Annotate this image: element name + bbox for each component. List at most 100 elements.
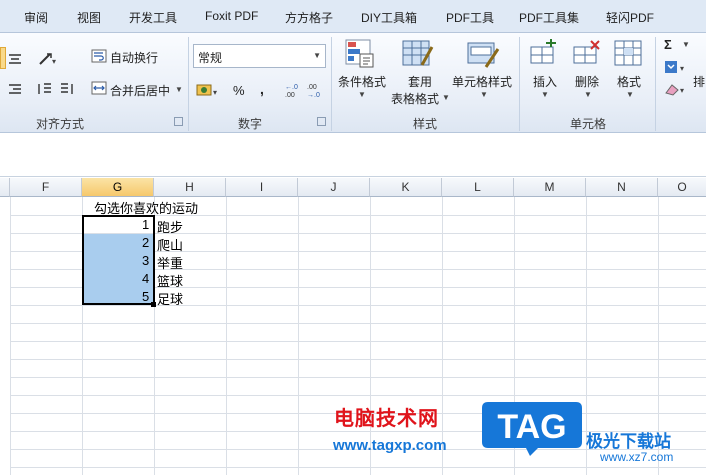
grid-line (298, 197, 299, 475)
wrap-text-icon (91, 49, 107, 66)
grid-line (10, 341, 706, 342)
column-header-l[interactable]: L (442, 178, 514, 197)
tag-logo-text: TAG (497, 408, 566, 446)
format-cells-icon (614, 39, 644, 72)
chevron-down-icon[interactable]: ▼ (584, 90, 592, 99)
column-header-f[interactable]: F (10, 178, 82, 197)
svg-text:.00: .00 (307, 84, 317, 91)
grid-line (10, 305, 706, 306)
chevron-down-icon: ▼ (313, 51, 321, 60)
table-format-button[interactable]: 表格格式 (391, 90, 439, 107)
svg-text:▾: ▾ (680, 64, 684, 73)
svg-text:←.0: ←.0 (285, 84, 298, 91)
table-format-icon (402, 39, 434, 72)
cell-styles-button[interactable]: 单元格样式 (452, 73, 512, 90)
grid-line (10, 359, 706, 360)
decrease-indent-icon[interactable] (38, 82, 52, 99)
group-separator (655, 37, 656, 131)
tab-fangfang-gezi[interactable]: 方方格子 (285, 9, 333, 26)
merge-center-button[interactable]: 合并后居中 (110, 82, 170, 99)
column-header-j[interactable]: J (298, 178, 370, 197)
tab-foxit-pdf[interactable]: Foxit PDF (205, 9, 258, 23)
number-launcher-icon[interactable] (317, 117, 326, 126)
tab-review[interactable]: 审阅 (24, 9, 48, 26)
delete-button[interactable]: 删除 (575, 73, 599, 90)
column-header-n[interactable]: N (586, 178, 658, 197)
group-separator (188, 37, 189, 131)
insert-button[interactable]: 插入 (533, 73, 557, 90)
grid-line (10, 377, 706, 378)
comma-button[interactable]: , (260, 81, 264, 97)
cell-sport[interactable]: 足球 (157, 289, 183, 308)
increase-indent-icon[interactable] (60, 82, 74, 99)
group-separator (519, 37, 520, 131)
column-header-k[interactable]: K (370, 178, 442, 197)
orientation-icon[interactable]: ▾ (38, 50, 60, 69)
conditional-format-icon (345, 39, 375, 72)
fill-icon[interactable]: ▾ (664, 59, 690, 78)
alignment-launcher-icon[interactable] (174, 117, 183, 126)
chevron-down-icon[interactable]: ▼ (480, 90, 488, 99)
column-header-h[interactable]: H (154, 178, 226, 197)
chevron-down-icon[interactable]: ▼ (541, 90, 549, 99)
cell-number[interactable]: 4 (142, 271, 149, 286)
group-label-number: 数字 (238, 117, 263, 131)
number-format-select[interactable]: 常规 ▼ (193, 44, 326, 68)
tab-pdf-toolset[interactable]: PDF工具集 (519, 9, 579, 26)
table-format-line1[interactable]: 套用 (408, 73, 432, 90)
group-label-styles: 样式 (413, 117, 438, 131)
group-separator (331, 37, 332, 131)
sheet-title-cell[interactable]: 勾选你喜欢的运动 (94, 198, 198, 217)
formula-bar-area (0, 134, 706, 177)
fill-handle[interactable] (151, 302, 156, 307)
format-button[interactable]: 格式 (617, 73, 641, 90)
clear-icon[interactable]: ▾ (664, 81, 690, 100)
group-label-alignment: 对齐方式 (36, 117, 85, 131)
column-header-m[interactable]: M (514, 178, 586, 197)
currency-icon[interactable]: ▾ (196, 82, 222, 101)
percent-button[interactable]: % (233, 83, 245, 98)
cell-sport[interactable]: 举重 (157, 253, 183, 272)
align-center-icon[interactable] (8, 53, 22, 68)
cell-sport[interactable]: 爬山 (157, 235, 183, 254)
align-right-icon[interactable] (8, 83, 22, 98)
watermark-url: www.tagxp.com (333, 437, 447, 454)
column-header-g[interactable]: G (82, 178, 154, 197)
cell-number[interactable]: 5 (142, 289, 149, 304)
grid-line (442, 197, 443, 475)
ribbon: ▾ 自动换行 合并后居中 ▼ 对齐方式 常规 ▼ ▾ % , ←.0.00 .0… (0, 33, 706, 133)
delete-cells-icon (573, 39, 603, 72)
tab-diy-toolbox[interactable]: DIY工具箱 (361, 9, 417, 26)
insert-cells-icon (530, 39, 560, 72)
tab-pdf-tools[interactable]: PDF工具 (446, 9, 494, 26)
align-left-button[interactable] (0, 47, 6, 69)
cell-number[interactable]: 1 (142, 217, 149, 232)
grid-line (10, 395, 706, 396)
chevron-down-icon[interactable]: ▼ (442, 93, 450, 102)
cell-number[interactable]: 2 (142, 235, 149, 250)
chevron-down-icon[interactable]: ▼ (682, 40, 690, 49)
autosum-icon[interactable]: Σ (664, 37, 672, 52)
tab-qingshan-pdf[interactable]: 轻闪PDF (606, 9, 654, 26)
grid-line (226, 197, 227, 475)
chevron-down-icon[interactable]: ▼ (626, 90, 634, 99)
cell-sport[interactable]: 篮球 (157, 271, 183, 290)
group-label-cells: 单元格 (570, 117, 607, 131)
column-header-o[interactable]: O (658, 178, 706, 197)
tab-developer[interactable]: 开发工具 (129, 9, 177, 26)
chevron-down-icon[interactable]: ▼ (175, 85, 183, 94)
merge-center-icon (91, 81, 107, 98)
cell-number[interactable]: 3 (142, 253, 149, 268)
watermark-brand-url: www.xz7.com (600, 450, 674, 464)
tag-logo: TAG (480, 398, 584, 458)
cell-sport[interactable]: 跑步 (157, 217, 183, 236)
conditional-format-button[interactable]: 条件格式 (338, 73, 386, 90)
increase-decimal-icon[interactable]: ←.0.00 (285, 82, 303, 101)
column-header-i[interactable]: I (226, 178, 298, 197)
sort-filter-button[interactable]: 排 (693, 73, 705, 90)
decrease-decimal-icon[interactable]: .00 →.0 (307, 82, 325, 101)
select-all-corner[interactable] (0, 178, 10, 197)
wrap-text-button[interactable]: 自动换行 (110, 49, 158, 66)
chevron-down-icon[interactable]: ▼ (358, 90, 366, 99)
tab-view[interactable]: 视图 (77, 9, 101, 26)
